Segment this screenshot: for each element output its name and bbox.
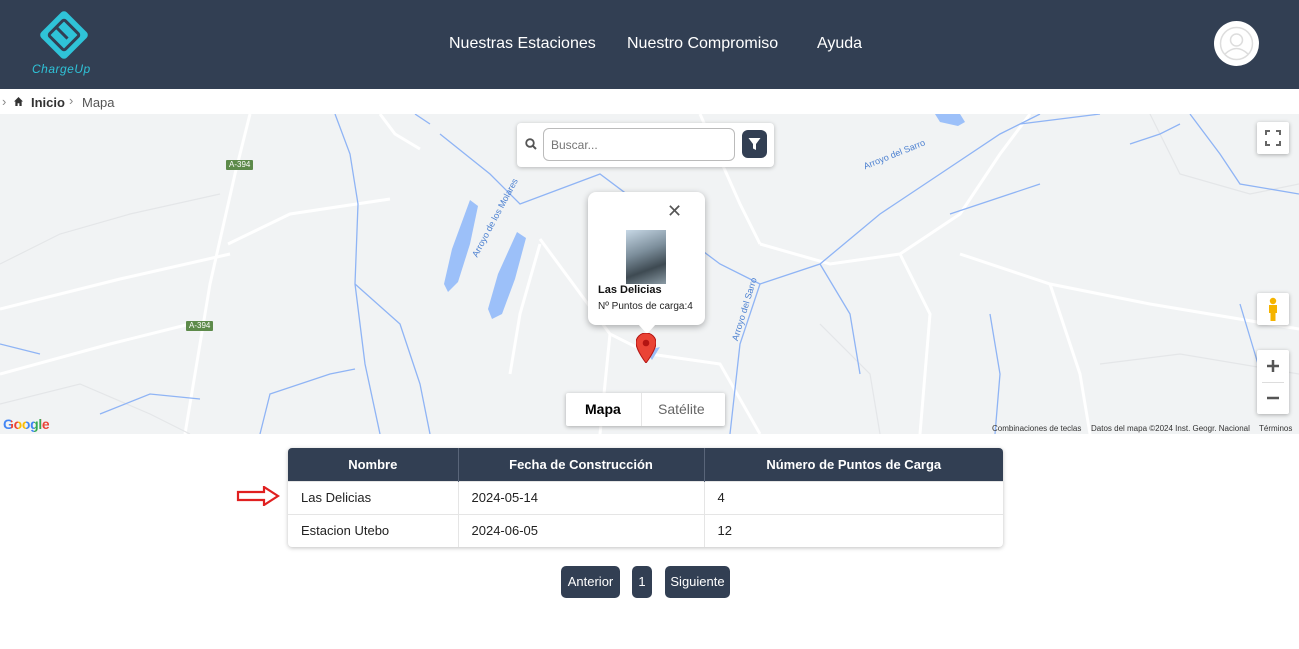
table-header-row: Nombre Fecha de Construcción Número de P… [288,448,1003,481]
map-pin-icon[interactable] [636,333,656,363]
close-icon[interactable]: ✕ [667,202,682,220]
road-label: A-394 [226,160,254,170]
zoom-out-icon[interactable] [1257,382,1289,414]
zoom-control [1257,350,1289,414]
column-header-fecha[interactable]: Fecha de Construcción [458,448,705,481]
top-navbar: ChargeUp Nuestras Estaciones Nuestro Com… [0,0,1299,89]
search-input[interactable] [543,128,735,161]
station-info-popup: ✕ Las Delicias Nº Puntos de carga:4 [588,192,705,334]
logo-text: ChargeUp [32,62,91,76]
cell-nombre: Las Delicias [288,480,459,514]
fullscreen-button[interactable] [1257,122,1289,154]
popup-charge-points: Nº Puntos de carga:4 [598,301,693,312]
breadcrumb-current: Mapa [82,95,115,110]
table-row[interactable]: Las Delicias 2024-05-14 4 [288,480,1003,514]
map-type-control: Mapa Satélite [566,393,725,426]
fullscreen-icon [1265,130,1281,146]
red-arrow-icon [236,486,280,506]
street-view-button[interactable] [1257,293,1289,325]
map-type-satelite[interactable]: Satélite [658,401,705,417]
cell-puntos: 4 [704,480,1003,514]
map-type-divider [641,393,642,426]
column-header-nombre[interactable]: Nombre [288,448,459,481]
cell-nombre: Estacion Utebo [288,513,459,547]
terms-link[interactable]: Términos [1259,424,1292,433]
filter-button[interactable] [742,130,767,158]
home-icon[interactable] [14,97,23,106]
stations-table: Nombre Fecha de Construcción Número de P… [288,448,1003,547]
chevron-right-icon: › [69,93,74,108]
station-photo [626,230,666,284]
page-1-button[interactable]: 1 [632,566,652,598]
user-avatar[interactable] [1214,21,1259,66]
popup-title: Las Delicias [598,284,662,296]
nav-ayuda[interactable]: Ayuda [817,35,862,53]
chevron-right-icon: › [2,94,7,109]
map-view[interactable]: A-394 A-394 Arroyo de los Molares Arroyo… [0,114,1299,434]
keyboard-shortcuts-link[interactable]: Combinaciones de teclas [992,424,1081,433]
map-data-attribution: Datos del mapa ©2024 Inst. Geogr. Nacion… [1091,424,1250,433]
column-header-puntos[interactable]: Número de Puntos de Carga [704,448,1003,481]
map-search-box [517,123,774,167]
cell-fecha: 2024-06-05 [458,513,705,547]
next-page-button[interactable]: Siguiente [665,566,730,598]
table-row[interactable]: Estacion Utebo 2024-06-05 12 [288,513,1003,547]
breadcrumb: › Inicio › Mapa [0,89,1299,114]
map-type-mapa[interactable]: Mapa [585,401,621,417]
zoom-in-icon[interactable] [1257,350,1289,382]
cell-fecha: 2024-05-14 [458,480,705,514]
google-logo: Google [3,416,50,432]
road-label: A-394 [186,321,214,331]
user-icon [1219,26,1254,61]
search-icon [525,138,537,150]
cell-puntos: 12 [704,513,1003,547]
pegman-icon [1269,297,1277,321]
nav-nuestras-estaciones[interactable]: Nuestras Estaciones [449,35,596,53]
previous-page-button[interactable]: Anterior [561,566,620,598]
filter-icon [748,138,761,150]
breadcrumb-home[interactable]: Inicio [31,95,65,110]
nav-nuestro-compromiso[interactable]: Nuestro Compromiso [627,35,778,53]
